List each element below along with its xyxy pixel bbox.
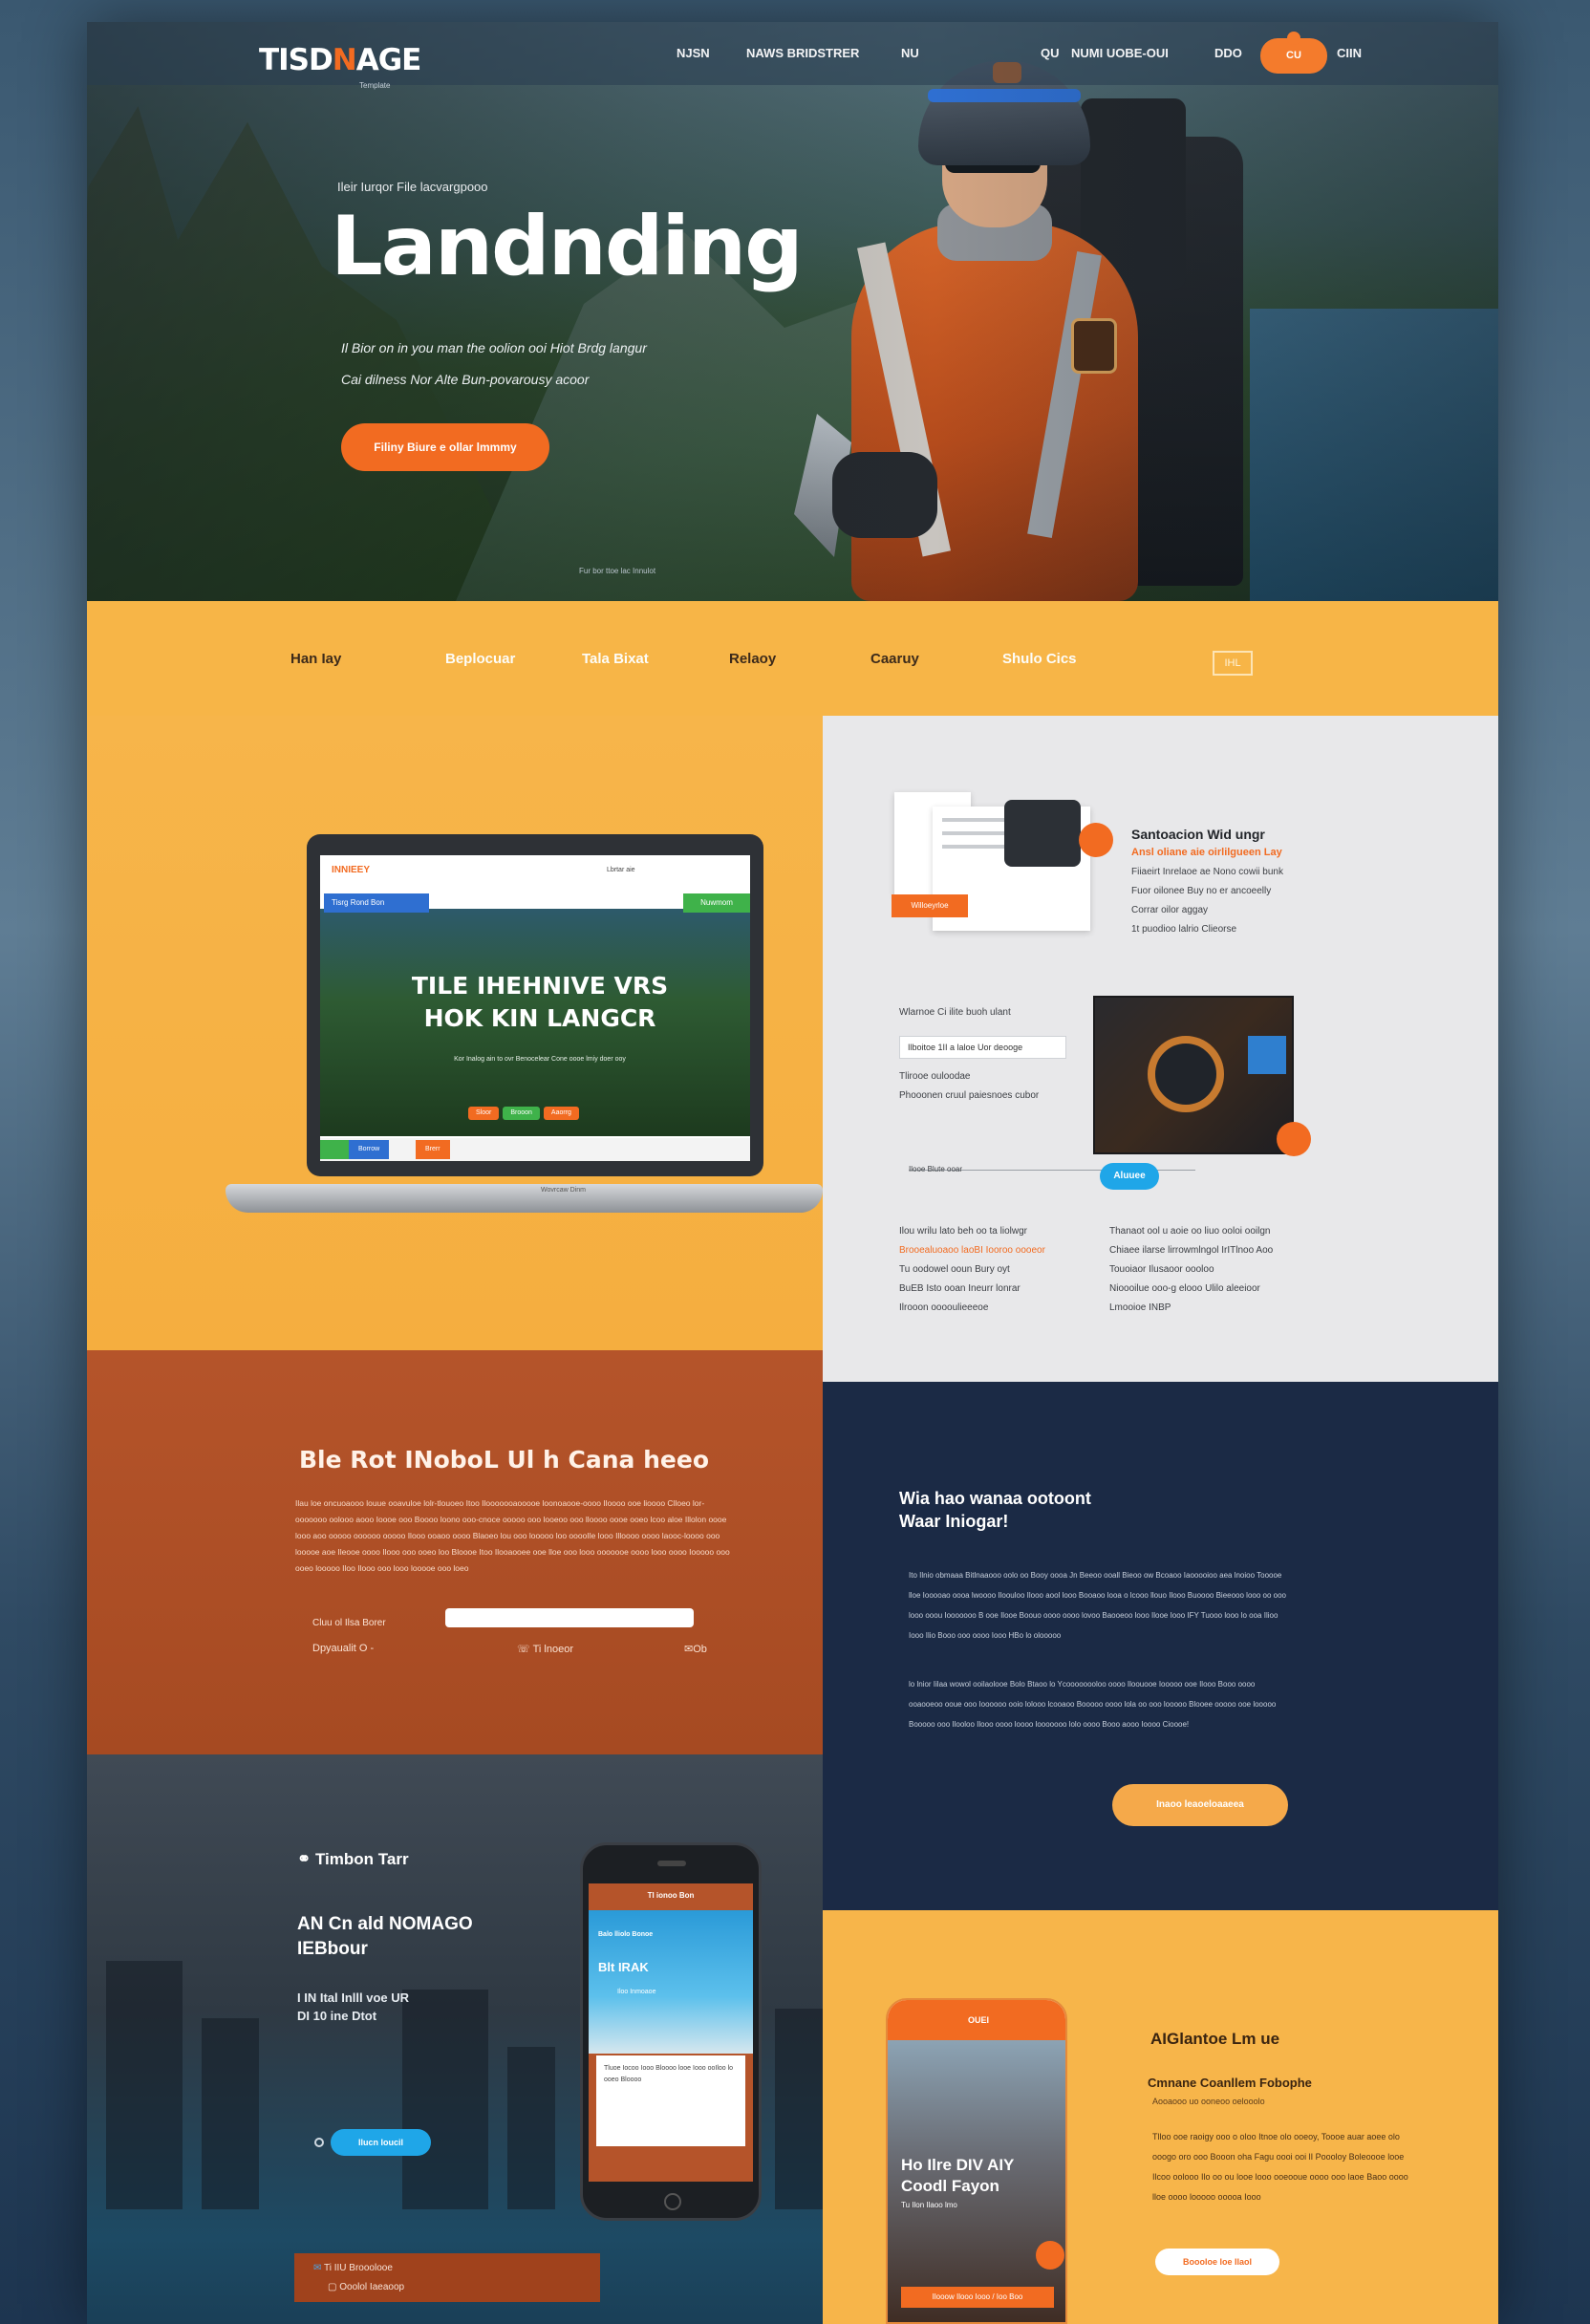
- secondary-menu: Han Iay Beplocuar Tala Bixat Relaoy Caar…: [87, 601, 1498, 716]
- feature-subtitle: Ansl oliane aie oirlilgueen Lay: [1131, 847, 1282, 858]
- menu-item-3[interactable]: Tala Bixat: [582, 651, 649, 667]
- laptop-green-button[interactable]: Nuwmom: [683, 893, 750, 913]
- hero-kicker: Ileir Iurqor File lacvargpooo: [337, 180, 488, 194]
- site-logo[interactable]: TISDNAGE: [259, 43, 421, 77]
- about-meta-2: ☏ Ti lnoeor: [517, 1644, 574, 1655]
- menu-item-2[interactable]: Beplocuar: [445, 651, 515, 667]
- feature-column-1: Ilou wrilu lato beh oo ta liolwgr Brooea…: [899, 1226, 1045, 1313]
- nav-cta-button[interactable]: CU: [1260, 32, 1327, 74]
- envelope-icon: ✉: [313, 2263, 322, 2273]
- info-title: Wia hao wanaa ootoont Waar Iniogar!: [899, 1489, 1091, 1531]
- mini-device-preview: [1004, 800, 1081, 867]
- about-meta-1: Dpyaualit O -: [312, 1643, 375, 1654]
- app-orange-icon[interactable]: [1036, 2241, 1064, 2270]
- footer-contact-box: ✉ Ti IIU Brooolooe ▢ Ooolol Iaeaoop: [294, 2253, 600, 2302]
- app-phone-button[interactable]: Ilooow Ilooo Iooo / Ioo Boo: [901, 2287, 1054, 2308]
- feature-field[interactable]: Ilboitoe 1II a laloe Uor deooge: [899, 1036, 1066, 1059]
- hero-cta-button[interactable]: Filiny Biure e ollar lmmmy: [341, 423, 549, 471]
- phone-icon: ☏: [517, 1644, 530, 1655]
- mail-icon[interactable]: ✉: [684, 1644, 693, 1655]
- app-subtitle: Cmnane Coanllem Fobophe: [1148, 2076, 1312, 2090]
- subscribe-input[interactable]: [445, 1608, 694, 1627]
- info-paragraph-2: lo lnior Iilaa wowol ooilaolooe Bolo Bta…: [909, 1680, 1277, 1729]
- box-icon: ▢: [328, 2282, 337, 2292]
- nav-link-4[interactable]: QU: [1041, 46, 1060, 60]
- nav-link-2[interactable]: NAWS BRIDSTRER: [746, 46, 859, 60]
- laptop-subtext: Kor Inalog ain to ovr Benocelear Cone oo…: [454, 1056, 626, 1063]
- info-paragraph-1: Ito Ilnio obmaaa Bitlnaaooo oolo oo Booy…: [909, 1571, 1286, 1640]
- laptop-tag: Tisrg Rond Bon: [324, 893, 429, 913]
- orange-action-icon[interactable]: [1277, 1122, 1311, 1156]
- app-cta-button[interactable]: Boooloe loe Ilaol: [1155, 2249, 1279, 2275]
- info-section: Wia hao wanaa ootoont Waar Iniogar! Ito …: [823, 1382, 1498, 1910]
- app-subtitle-2: Aooaooo uo ooneoo oelooolo: [1152, 2097, 1265, 2106]
- feature-screenshot: [1093, 996, 1294, 1154]
- feature-panel: Willoeyrloe Santoacion Wid ungr Ansl oli…: [823, 716, 1498, 1382]
- app-phone-mockup: OUEI Ho Ilre DIV AIY Coodl Fayon Tu Ilon…: [886, 1998, 1067, 2324]
- document-button[interactable]: Willoeyrloe: [892, 894, 968, 917]
- menu-box-button[interactable]: IHL: [1213, 651, 1253, 676]
- app-title: AIGlantoe Lm ue: [1150, 2030, 1280, 2048]
- page-frame: TISDNAGE Template NJSN NAWS BRIDSTRER NU…: [87, 22, 1498, 2324]
- laptop-footer-button-2[interactable]: Brerr: [416, 1140, 450, 1159]
- mobile-subtitle: I IN Ital Inlll voe UR DI 10 ine Dtot: [297, 1990, 410, 2023]
- hero-section: TISDNAGE Template NJSN NAWS BRIDSTRER NU…: [87, 22, 1498, 601]
- laptop-headline: TILE IHEHNIVE VRS HOK KIN LANGCR: [411, 972, 669, 1032]
- app-promo-section: OUEI Ho Ilre DIV AIY Coodl Fayon Tu Ilon…: [823, 1910, 1498, 2324]
- hero-caption: Fur bor ttoe lac Innulot: [579, 567, 656, 575]
- logo-tagline: Template: [359, 81, 391, 90]
- subscribe-label: Cluu ol Ilsa Borer: [312, 1618, 386, 1628]
- mobile-section: ⚭ Timbon Tarr AN Cn ald NOMAGO IEBbour I…: [87, 1754, 823, 2324]
- radio-icon[interactable]: [314, 2138, 324, 2147]
- laptop-base: Wovrcaw Dinm: [226, 1184, 823, 1213]
- nav-link-7[interactable]: CIIN: [1337, 46, 1362, 60]
- orange-badge-icon: [1079, 823, 1113, 857]
- laptop-screen: INNIEEY Lbrtar aie Tisrg Rond Bon Nuwmom…: [307, 834, 763, 1176]
- nav-link-5[interactable]: NUMI UOBE-OUI: [1071, 46, 1169, 60]
- nav-link-1[interactable]: NJSN: [677, 46, 710, 60]
- laptop-logo: INNIEEY: [332, 865, 371, 875]
- hero-title: Landnding: [331, 199, 804, 294]
- mobile-cta-button[interactable]: Ilucn Ioucil: [331, 2129, 431, 2156]
- hero-description: Il Bior on in you man the oolion ooi Hio…: [341, 340, 647, 387]
- nav-link-3[interactable]: NU: [901, 46, 919, 60]
- feature-pill-button[interactable]: Aluuee: [1100, 1163, 1159, 1190]
- menu-item-1[interactable]: Han Iay: [290, 651, 341, 667]
- nav-link-6[interactable]: DDO: [1214, 46, 1242, 60]
- laptop-button-2[interactable]: Brooon: [503, 1107, 540, 1120]
- laptop-button-1[interactable]: Sloor: [468, 1107, 500, 1120]
- phone-mockup: Tl ionoo Bon Balo lliolo Bonoe Blt IRAK …: [580, 1842, 762, 2221]
- laptop-footer-button-1[interactable]: Borrow: [349, 1140, 390, 1159]
- mobile-label: ⚭ Timbon Tarr: [297, 1850, 409, 1868]
- menu-item-5[interactable]: Caaruy: [870, 651, 919, 667]
- about-text: Ilau loe oncuoaooo louue ooavuloe lolr-t…: [295, 1498, 730, 1573]
- feature-caption: Wlarnoe Ci ilite buoh ulant: [899, 1007, 1011, 1018]
- globe-icon: ⚭: [297, 1850, 312, 1868]
- laptop-button-3[interactable]: Aaorrg: [543, 1107, 579, 1120]
- menu-item-6[interactable]: Shulo Cics: [1002, 651, 1077, 667]
- mobile-title: AN Cn ald NOMAGO IEBbour: [297, 1914, 473, 1959]
- app-text: Tlloo ooe raoigy ooo o oloo Itnoe olo oo…: [1152, 2132, 1408, 2202]
- menu-item-4[interactable]: Relaoy: [729, 651, 776, 667]
- phone-home-button: [664, 2193, 681, 2210]
- laptop-showcase: INNIEEY Lbrtar aie Tisrg Rond Bon Nuwmom…: [87, 716, 823, 1350]
- info-cta-button[interactable]: Inaoo leaoeloaaeea: [1112, 1784, 1288, 1826]
- about-title: Ble Rot INoboL Ul h Cana heeo: [299, 1446, 710, 1474]
- feature-title: Santoacion Wid ungr: [1131, 827, 1265, 842]
- about-section: Ble Rot INoboL Ul h Cana heeo Ilau loe o…: [87, 1350, 823, 1754]
- feature-column-2: Thanaot ool u aoie oo liuo ooloi ooilgn …: [1109, 1226, 1274, 1313]
- about-meta-3: ✉Ob: [684, 1644, 707, 1655]
